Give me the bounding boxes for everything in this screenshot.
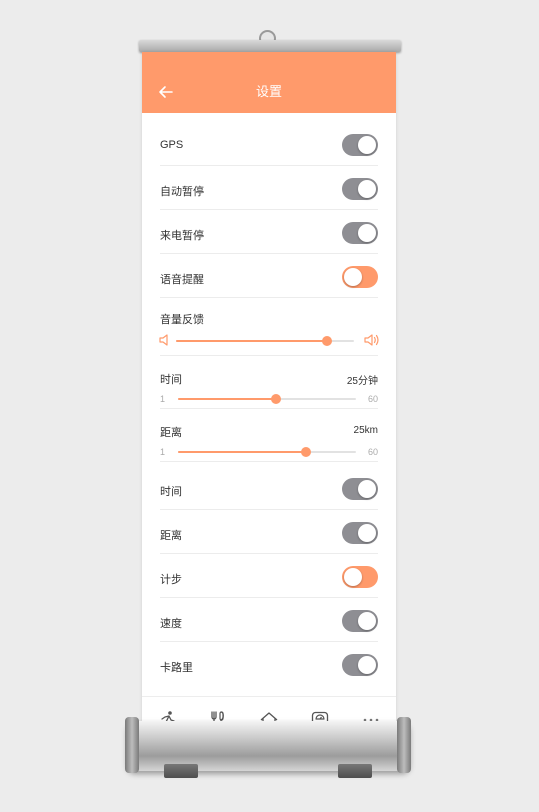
base-foot (164, 764, 198, 778)
setting-label: GPS (160, 139, 184, 151)
setting-label: 卡路里 (160, 662, 193, 674)
back-arrow-icon[interactable] (158, 84, 174, 100)
steps-toggle[interactable] (342, 566, 378, 588)
setting-label: 距离 (160, 427, 182, 439)
time-goal-slider[interactable] (178, 394, 356, 404)
slider-max-label: 60 (367, 394, 378, 404)
distance-toggle[interactable] (342, 522, 378, 544)
volume-slider[interactable] (176, 336, 354, 346)
toggle-knob (358, 524, 376, 542)
slider-thumb[interactable] (301, 447, 312, 457)
slider-min-label: 1 (160, 447, 166, 457)
setting-label: 语音提醒 (160, 274, 204, 286)
setting-label: 时间 (160, 374, 182, 386)
setting-row-time-goal: 时间 25分钟 1 60 (160, 356, 378, 409)
toggle-knob (358, 136, 376, 154)
setting-row-auto-pause: 自动暂停 (160, 166, 378, 210)
auto-pause-toggle[interactable] (342, 178, 378, 200)
setting-label: 来电暂停 (160, 230, 204, 242)
toggle-knob (358, 480, 376, 498)
gps-toggle[interactable] (342, 134, 378, 156)
setting-label: 距离 (160, 530, 182, 542)
toggle-knob (344, 568, 362, 586)
toggle-knob (358, 224, 376, 242)
setting-label: 计步 (160, 574, 182, 586)
distance-goal-slider[interactable] (178, 447, 356, 457)
speed-toggle[interactable] (342, 610, 378, 632)
setting-label: 音量反馈 (160, 314, 204, 326)
distance-goal-value: 25km (353, 425, 378, 436)
volume-low-icon (159, 334, 168, 346)
setting-row-speed: 速度 (160, 598, 378, 642)
setting-row-time: 时间 (160, 466, 378, 510)
slider-min-label: 1 (160, 394, 166, 404)
setting-row-gps: GPS (160, 122, 378, 166)
call-pause-toggle[interactable] (342, 222, 378, 244)
slider-fill (178, 398, 276, 400)
toggle-knob (358, 180, 376, 198)
slider-thumb[interactable] (270, 394, 281, 404)
setting-row-distance: 距离 (160, 510, 378, 554)
slider-fill (178, 451, 307, 453)
time-toggle[interactable] (342, 478, 378, 500)
voice-prompt-toggle[interactable] (342, 266, 378, 288)
setting-row-distance-goal: 距离 25km 1 60 (160, 409, 378, 462)
slider-thumb[interactable] (322, 336, 333, 346)
toggle-knob (358, 656, 376, 674)
base-end-cap (397, 717, 411, 773)
setting-row-steps: 计步 (160, 554, 378, 598)
base-foot (338, 764, 372, 778)
setting-label: 速度 (160, 618, 182, 630)
base-end-cap (125, 717, 139, 773)
slider-fill (176, 340, 328, 342)
volume-high-icon (364, 334, 379, 346)
toggle-knob (344, 268, 362, 286)
settings-screen: 设置 GPS 自动暂停 来电暂停 语音提醒 音量反馈 时间 25分钟 1 60 … (142, 52, 396, 742)
time-goal-value: 25分钟 (346, 376, 378, 387)
calories-toggle[interactable] (342, 654, 378, 676)
setting-label: 时间 (160, 486, 182, 498)
setting-row-voice-prompt: 语音提醒 (160, 254, 378, 298)
toggle-knob (358, 612, 376, 630)
page-title: 设置 (255, 83, 282, 99)
setting-row-volume: 音量反馈 (159, 298, 379, 356)
banner-top-bar (139, 40, 401, 52)
slider-max-label: 60 (367, 447, 378, 457)
setting-row-call-pause: 来电暂停 (160, 210, 378, 254)
setting-row-calories: 卡路里 (160, 642, 378, 686)
app-header: 设置 (142, 52, 396, 113)
setting-label: 自动暂停 (160, 186, 204, 198)
